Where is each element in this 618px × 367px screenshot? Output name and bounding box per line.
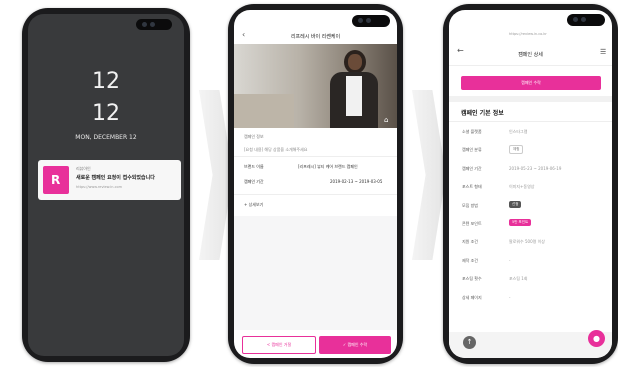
- request-text: [요청 내용] 해당 상품을 소개해주세요: [244, 147, 308, 152]
- accept-campaign-button[interactable]: ✓ 캠페인 수락: [319, 336, 391, 354]
- header-title: 리프레시 바이 리쎈케이: [290, 34, 341, 40]
- point-badge: 5만 포인트: [509, 219, 532, 226]
- section-label: 캠페인 정보: [244, 134, 264, 139]
- row-value: 이미지+동영상: [509, 184, 535, 189]
- divider: [449, 65, 612, 66]
- home-icon[interactable]: ⌂: [384, 116, 393, 125]
- row-label: 상세 페이지: [462, 295, 482, 300]
- row-label: 캠페인 기간: [244, 179, 264, 184]
- phone-lockscreen: 12 12 MON, DECEMBER 12 R 리뷰아인 새로운 캠페인 요청…: [22, 8, 190, 362]
- lockscreen: 12 12 MON, DECEMBER 12 R 리뷰아인 새로운 캠페인 요청…: [28, 14, 184, 356]
- divider: [449, 121, 612, 122]
- row-value: 2019-05-23 ~ 2019-06-19: [509, 166, 562, 171]
- chat-button[interactable]: ●: [588, 330, 605, 347]
- section-title: 캠페인 기본 정보: [461, 110, 504, 117]
- recruit-badge: 선정: [509, 201, 522, 208]
- row-value: 인스타그램: [509, 129, 528, 134]
- row-label: 캠페인 기간: [462, 166, 482, 171]
- notification-card[interactable]: R 리뷰아인 새로운 캠페인 요청이 접수되었습니다 https://www.r…: [38, 160, 181, 200]
- row-value: 2019-02-13 ~ 2019-03-05: [330, 179, 383, 184]
- camera-notch: [567, 14, 605, 26]
- row-label: 소셜 플랫폼: [462, 129, 482, 134]
- campaign-hero-image: ⌂: [234, 44, 397, 128]
- phone-campaign-request: ‹ 리프레시 바이 리쎈케이 ⌂ 캠페인 정보 [요청 내용] 해당 상품을 소…: [228, 4, 403, 364]
- row-label: 지원 조건: [462, 239, 478, 244]
- notification-detail: https://www.review.in.com: [76, 185, 123, 189]
- front-camera-icon: [142, 22, 147, 27]
- accept-campaign-banner-button[interactable]: 캠페인 수락: [461, 76, 601, 90]
- row-label: 포스트 형태: [462, 184, 482, 189]
- url-bar: https://review.in.co.kr: [509, 32, 547, 36]
- clock-minute: 12: [92, 101, 120, 126]
- app-icon: R: [43, 166, 69, 194]
- menu-icon[interactable]: ☰: [600, 48, 606, 56]
- row-label: 포스팅 횟수: [462, 276, 482, 281]
- divider: [234, 156, 397, 157]
- header-title: 캠페인 상세: [518, 52, 543, 58]
- notification-app-name: 리뷰아인: [76, 166, 91, 171]
- app-icon-letter: R: [51, 173, 61, 187]
- clock-hour: 12: [92, 69, 120, 94]
- campaign-request-screen: ‹ 리프레시 바이 리쎈케이 ⌂ 캠페인 정보 [요청 내용] 해당 상품을 소…: [234, 10, 397, 358]
- row-value: 포스팅 1회: [509, 276, 528, 281]
- camera-notch: [136, 19, 172, 30]
- front-camera-icon: [581, 17, 586, 22]
- row-value: 팔로워수 500명 이상: [509, 239, 545, 244]
- campaign-detail-screen: https://review.in.co.kr ← 캠페인 상세 ☰ 캠페인 수…: [449, 10, 612, 358]
- more-link[interactable]: + 상세보기: [244, 202, 263, 208]
- row-label: 브랜드 이름: [244, 164, 264, 169]
- row-label: 모집 방법: [462, 203, 478, 208]
- phone-campaign-detail: https://review.in.co.kr ← 캠페인 상세 ☰ 캠페인 수…: [443, 4, 618, 364]
- scroll-top-button[interactable]: ↑: [463, 336, 476, 349]
- notification-message: 새로운 캠페인 요청이 접수되었습니다: [76, 175, 155, 181]
- category-badge: 체험: [509, 145, 524, 154]
- front-camera-icon: [358, 18, 363, 23]
- content-area: [234, 216, 397, 330]
- reject-campaign-button[interactable]: < 캠페인 거절: [242, 336, 316, 354]
- divider: [234, 194, 397, 195]
- front-camera-icon: [573, 17, 578, 22]
- row-value: -: [509, 295, 511, 300]
- camera-notch: [352, 15, 390, 27]
- front-camera-icon: [150, 22, 155, 27]
- row-label: 캠페인 분류: [462, 147, 482, 152]
- flow-arrow: [412, 90, 446, 260]
- row-value: -: [509, 258, 511, 263]
- section-band: [449, 96, 612, 102]
- row-label: 콘텐 포인트: [462, 221, 482, 226]
- row-value: [리프레시] 뷰티 케어 브랜드 캠페인: [298, 164, 358, 169]
- row-label: 제작 조건: [462, 258, 478, 263]
- front-camera-icon: [366, 18, 371, 23]
- lockscreen-date: MON, DECEMBER 12: [75, 134, 137, 141]
